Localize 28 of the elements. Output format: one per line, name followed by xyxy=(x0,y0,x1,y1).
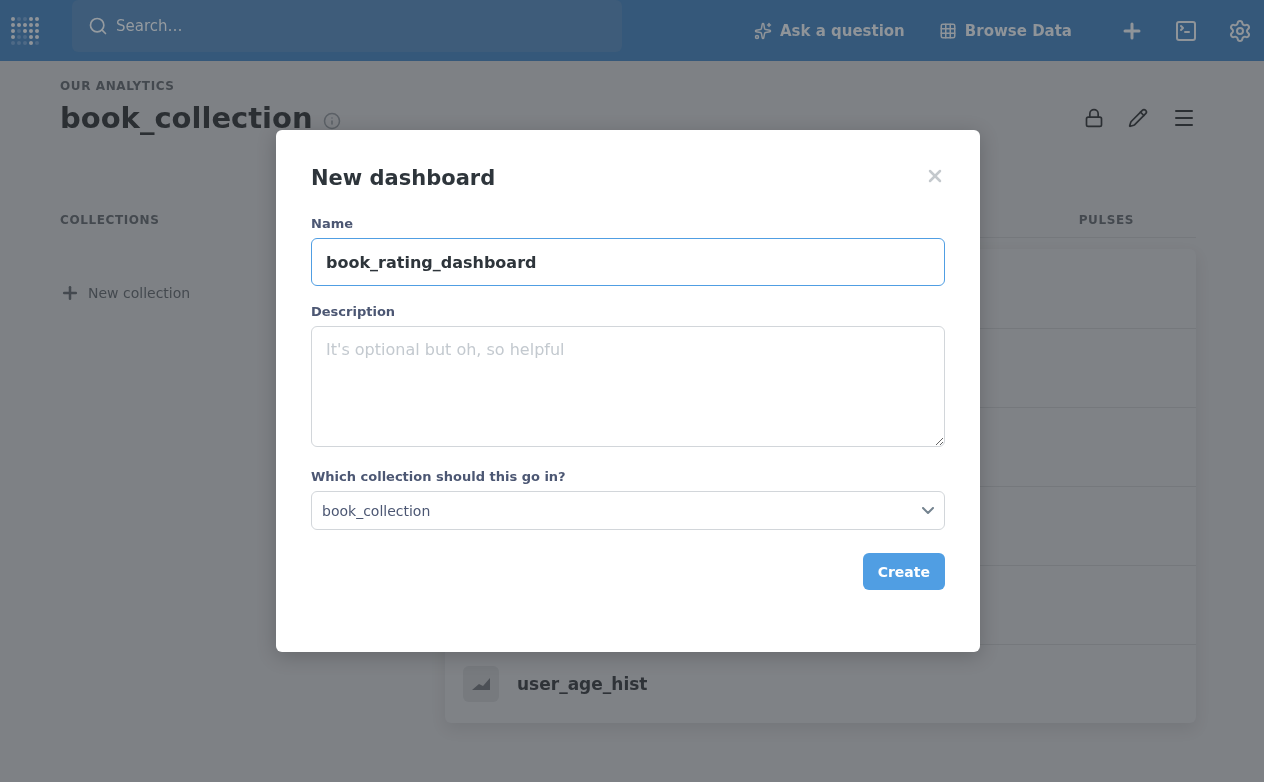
plus-icon xyxy=(60,283,80,303)
terminal-icon[interactable] xyxy=(1174,18,1198,43)
tab[interactable]: PULSES xyxy=(1078,213,1134,227)
dialog-title: New dashboard xyxy=(311,166,496,190)
field-label: Which collection should this go in? xyxy=(311,469,567,484)
chevron-down-icon xyxy=(922,506,934,515)
breadcrumb[interactable]: OUR ANALYTICS xyxy=(60,79,1196,93)
nav-link[interactable]: Ask a question xyxy=(753,21,905,40)
sparkle-icon xyxy=(753,21,772,40)
new-collection-link[interactable]: New collection xyxy=(60,283,445,303)
lock-icon[interactable] xyxy=(1084,108,1104,128)
description-field[interactable]: It's optional but oh, so helpful xyxy=(311,326,945,447)
area-chart-icon xyxy=(472,678,490,690)
edit-icon[interactable] xyxy=(1128,108,1148,128)
section-heading: COLLECTIONS xyxy=(60,213,160,227)
item-name[interactable]: user_age_hist xyxy=(517,674,648,694)
create-button[interactable]: Create xyxy=(862,553,945,590)
collection-select[interactable]: book_collection xyxy=(311,491,945,530)
field-label: Description xyxy=(311,304,397,319)
nav-link[interactable]: Browse Data xyxy=(938,21,1072,40)
settings-icon[interactable] xyxy=(1228,18,1252,43)
page-title: book_collection xyxy=(60,101,313,135)
search-field[interactable]: Search… xyxy=(72,0,622,52)
search-icon xyxy=(88,15,108,36)
name-field[interactable]: book_rating_dashboard xyxy=(311,238,945,286)
info-icon[interactable] xyxy=(322,112,341,130)
field-label: Name xyxy=(311,216,354,231)
grid-icon xyxy=(938,21,957,40)
